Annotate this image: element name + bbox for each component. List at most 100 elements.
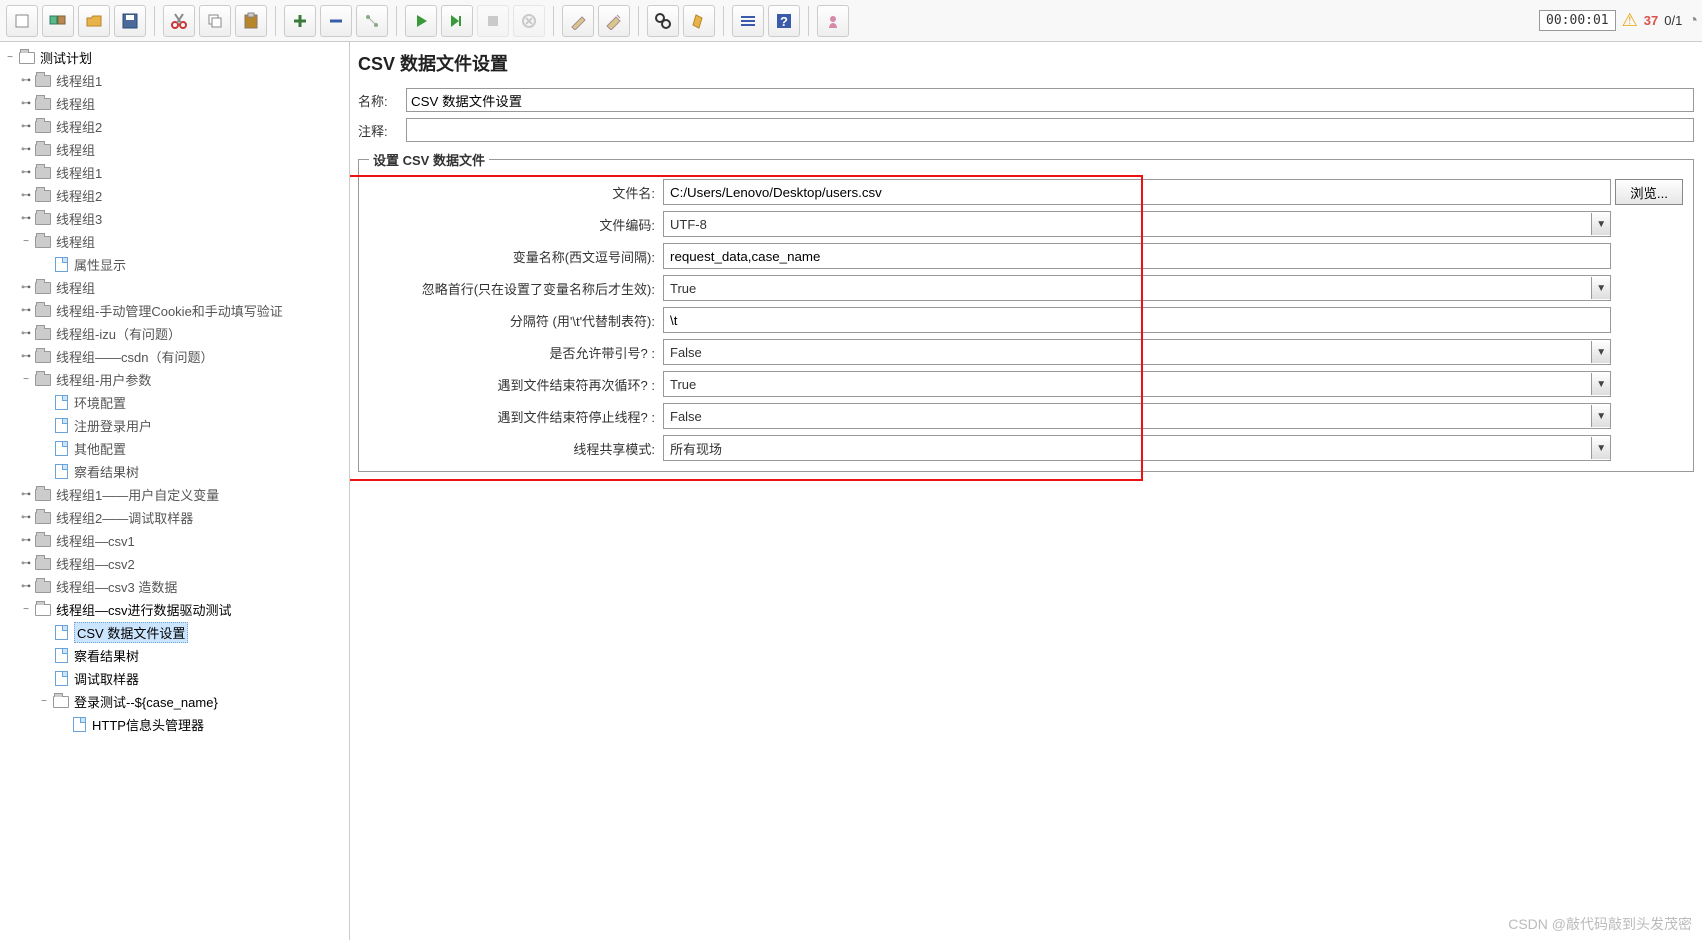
- tree-toggle-icon[interactable]: ⊶: [20, 305, 32, 316]
- gauge-icon[interactable]: ◔: [1688, 12, 1698, 30]
- comment-input[interactable]: [406, 118, 1694, 142]
- tree-toggle-icon[interactable]: ⊶: [20, 190, 32, 201]
- name-input[interactable]: [406, 88, 1694, 112]
- test-plan-tree[interactable]: −测试计划⊶线程组1⊶线程组⊶线程组2⊶线程组⊶线程组1⊶线程组2⊶线程组3−线…: [0, 42, 350, 940]
- tree-node[interactable]: ⊶线程组1: [0, 69, 349, 92]
- tree-toggle-icon[interactable]: ⊶: [20, 351, 32, 362]
- run-button[interactable]: [405, 5, 437, 37]
- tree-toggle-icon[interactable]: ⊶: [20, 75, 32, 86]
- tree-node[interactable]: 其他配置: [0, 437, 349, 460]
- tree-node[interactable]: −线程组-用户参数: [0, 368, 349, 391]
- tree-node[interactable]: ⊶线程组2: [0, 115, 349, 138]
- tree-toggle-icon[interactable]: ⊶: [20, 581, 32, 592]
- tree-node[interactable]: − 线程组: [0, 230, 349, 253]
- field-select[interactable]: False▼: [663, 403, 1611, 429]
- tree-toggle-icon[interactable]: ⊶: [20, 558, 32, 569]
- stop-button[interactable]: [477, 5, 509, 37]
- tree-node[interactable]: ⊶线程组-手动管理Cookie和手动填写验证: [0, 299, 349, 322]
- field-select[interactable]: UTF-8▼: [663, 211, 1611, 237]
- tree-node[interactable]: ⊶线程组1: [0, 161, 349, 184]
- tree-node[interactable]: CSV 数据文件设置: [0, 621, 349, 644]
- tree-node[interactable]: ⊶线程组—csv3 造数据: [0, 575, 349, 598]
- tree-toggle-icon[interactable]: −: [4, 52, 16, 63]
- field-label: 线程共享模式:: [369, 439, 659, 458]
- reset-search-button[interactable]: [683, 5, 715, 37]
- tree-node[interactable]: ⊶线程组: [0, 276, 349, 299]
- save-button[interactable]: [114, 5, 146, 37]
- open-button[interactable]: [78, 5, 110, 37]
- tree-node[interactable]: ⊶线程组—csv1: [0, 529, 349, 552]
- field-select[interactable]: True▼: [663, 371, 1611, 397]
- field-select[interactable]: 所有现场▼: [663, 435, 1611, 461]
- tree-node[interactable]: ⊶线程组: [0, 138, 349, 161]
- field-select[interactable]: False▼: [663, 339, 1611, 365]
- clear-all-button[interactable]: [598, 5, 630, 37]
- copy-button[interactable]: [199, 5, 231, 37]
- tree-node[interactable]: 环境配置: [0, 391, 349, 414]
- tree-toggle-icon[interactable]: ⊶: [20, 213, 32, 224]
- field-input[interactable]: [663, 179, 1611, 205]
- thread-dump-button[interactable]: [817, 5, 849, 37]
- tree-node[interactable]: − 测试计划: [0, 46, 349, 69]
- warning-icon[interactable]: ⚠: [1622, 10, 1638, 31]
- tree-node[interactable]: ⊶线程组2: [0, 184, 349, 207]
- tree-node[interactable]: ⊶线程组2——调试取样器: [0, 506, 349, 529]
- content-panel: CSV 数据文件设置 名称: 注释: 设置 CSV 数据文件 文件名:浏览...…: [350, 42, 1702, 940]
- tree-node-label: 登录测试--${case_name}: [74, 692, 218, 711]
- tree-node-label: 察看结果树: [74, 646, 139, 665]
- tree-node-label: 测试计划: [40, 48, 92, 67]
- tree-node[interactable]: −线程组—csv进行数据驱动测试: [0, 598, 349, 621]
- tree-node[interactable]: HTTP信息头管理器: [0, 713, 349, 736]
- tree-node[interactable]: 调试取样器: [0, 667, 349, 690]
- help-button[interactable]: ?: [768, 5, 800, 37]
- run-notimers-button[interactable]: [441, 5, 473, 37]
- field-input[interactable]: [663, 307, 1611, 333]
- tree-toggle-icon[interactable]: ⊶: [20, 167, 32, 178]
- field-label: 遇到文件结束符停止线程? :: [369, 407, 659, 426]
- field-input[interactable]: [663, 243, 1611, 269]
- tree-node[interactable]: ⊶线程组——csdn（有问题）: [0, 345, 349, 368]
- chevron-down-icon: ▼: [1591, 213, 1610, 235]
- tree-node[interactable]: − 登录测试--${case_name}: [0, 690, 349, 713]
- tree-toggle-icon[interactable]: ⊶: [20, 489, 32, 500]
- tree-toggle-icon[interactable]: ⊶: [20, 121, 32, 132]
- tree-toggle-icon[interactable]: ⊶: [20, 282, 32, 293]
- toggle-button[interactable]: [356, 5, 388, 37]
- function-helper-button[interactable]: [732, 5, 764, 37]
- tree-toggle-icon[interactable]: ⊶: [20, 98, 32, 109]
- tree-node[interactable]: 注册登录用户: [0, 414, 349, 437]
- tree-node[interactable]: 属性显示: [0, 253, 349, 276]
- paste-button[interactable]: [235, 5, 267, 37]
- search-button[interactable]: [647, 5, 679, 37]
- tree-toggle-icon[interactable]: −: [20, 604, 32, 615]
- new-button[interactable]: [6, 5, 38, 37]
- shutdown-button[interactable]: [513, 5, 545, 37]
- panel-title: CSV 数据文件设置: [358, 50, 1694, 76]
- cut-button[interactable]: [163, 5, 195, 37]
- tree-node-label: 其他配置: [74, 439, 126, 458]
- tree-node[interactable]: ⊶线程组1——用户自定义变量: [0, 483, 349, 506]
- tree-node[interactable]: ⊶线程组: [0, 92, 349, 115]
- tree-node-label: 线程组: [56, 232, 95, 251]
- tree-node[interactable]: ⊶线程组3: [0, 207, 349, 230]
- templates-button[interactable]: [42, 5, 74, 37]
- browse-button[interactable]: 浏览...: [1615, 179, 1683, 205]
- tree-toggle-icon[interactable]: ⊶: [20, 144, 32, 155]
- tree-node[interactable]: 察看结果树: [0, 644, 349, 667]
- folder-open-icon: [34, 602, 52, 618]
- field-select[interactable]: True▼: [663, 275, 1611, 301]
- tree-node[interactable]: ⊶线程组-izu（有问题）: [0, 322, 349, 345]
- tree-node[interactable]: ⊶线程组—csv2: [0, 552, 349, 575]
- tree-toggle-icon[interactable]: −: [20, 374, 32, 385]
- doc-icon: [52, 257, 70, 273]
- tree-node[interactable]: 察看结果树: [0, 460, 349, 483]
- tree-toggle-icon[interactable]: ⊶: [20, 535, 32, 546]
- clear-button[interactable]: [562, 5, 594, 37]
- tree-toggle-icon[interactable]: −: [38, 696, 50, 707]
- tree-toggle-icon[interactable]: ⊶: [20, 512, 32, 523]
- tree-toggle-icon[interactable]: ⊶: [20, 328, 32, 339]
- tree-toggle-icon[interactable]: −: [20, 236, 32, 247]
- expand-button[interactable]: [284, 5, 316, 37]
- collapse-button[interactable]: [320, 5, 352, 37]
- doc-icon: [52, 648, 70, 664]
